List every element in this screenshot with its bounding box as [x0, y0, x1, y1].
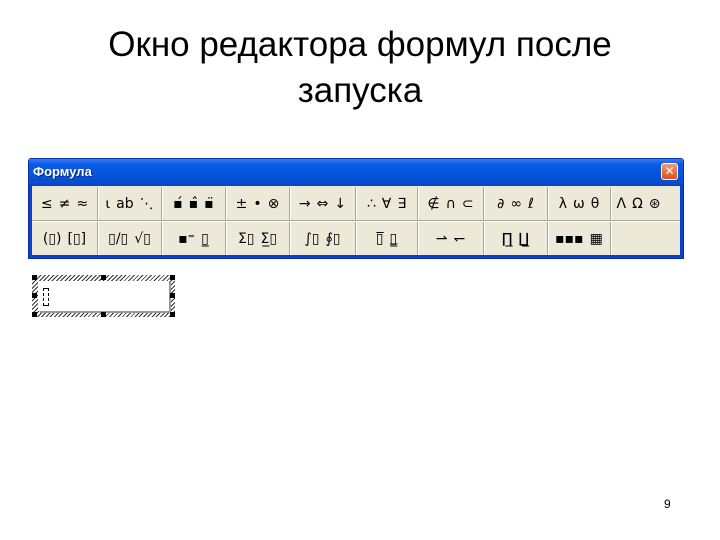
- palette-operators-button[interactable]: ± • ⊗: [226, 187, 290, 220]
- embellishments-icon: ▪̂: [188, 195, 199, 212]
- palette-logic-button[interactable]: ∴ ∀ ∃: [356, 187, 418, 220]
- resize-handle-tl[interactable]: [32, 275, 37, 280]
- set-theory-icon: ∩: [445, 195, 456, 212]
- greek-uppercase-icon: Ω: [632, 195, 643, 212]
- operators-icon: ±: [235, 195, 248, 212]
- resize-handle-r[interactable]: [170, 293, 175, 298]
- slide-title-line-2: запуска: [297, 71, 423, 110]
- palette-embellishments-button[interactable]: ▪́ ▪̂ ▪̈: [162, 187, 226, 220]
- resize-handle-t[interactable]: [101, 275, 106, 280]
- palette-underbars-overbars-button[interactable]: ▯̅ ▯̳: [356, 222, 418, 255]
- palette-greek-lowercase-button[interactable]: λωθ: [548, 187, 611, 220]
- resize-handle-br[interactable]: [170, 312, 175, 317]
- relations-icon: ≤: [40, 195, 53, 212]
- resize-handle-tr[interactable]: [170, 275, 175, 280]
- labeled-arrows-icon: ⇀: [435, 230, 448, 247]
- palette-products-set-theory-button[interactable]: ∏̲ ∐̲: [484, 222, 548, 255]
- fences-icon: (▯): [42, 230, 62, 247]
- relations-icon: ≠: [58, 195, 71, 212]
- close-button[interactable]: ✕: [661, 163, 678, 180]
- palette-misc-symbols-button[interactable]: ∂ ∞ ℓ: [484, 187, 548, 220]
- close-icon: ✕: [664, 164, 675, 178]
- labeled-arrows-icon: ↽: [453, 230, 466, 247]
- misc-symbols-icon: ∞: [510, 195, 523, 212]
- spaces-ellipses-icon: ⋱: [139, 195, 154, 212]
- products-set-theory-icon: ∐̲: [518, 230, 530, 247]
- embellishments-icon: ▪̈: [204, 195, 214, 212]
- greek-lowercase-icon: θ: [590, 195, 600, 212]
- palette-spaces-ellipses-button[interactable]: ⍳ ab ⋱: [98, 187, 162, 220]
- palette-matrices-button[interactable]: ▪▪▪ ▦: [548, 222, 611, 255]
- palette-fences-button[interactable]: (▯) [▯]: [32, 222, 98, 255]
- arrows-icon: →: [298, 195, 311, 212]
- subscripts-superscripts-icon: ▪⁼: [178, 230, 196, 247]
- toolbar-row-templates: (▯) [▯] ▯/▯ √▯ ▪⁼ ▯̲ Σ▯ Σ̲▯ ∫▯ ∮▯ ▯̅ ▯̳ ⇀ ↽ ∏̲ ∐̲ ▪▪▪ ▦: [32, 222, 680, 255]
- spaces-ellipses-icon: ab: [116, 195, 134, 212]
- underbars-overbars-icon: ▯̳: [389, 230, 398, 247]
- operators-icon: ⊗: [267, 195, 280, 212]
- formula-toolbar-window: Формула ✕ ≤ ≠ ≈ ⍳ ab ⋱ ▪́ ▪̂ ▪̈ ± • ⊗ → ⇔ ↓ ∴ ∀ ∃ ∉ ∩ ⊂ ∂ ∞ ℓ λ ω…: [28, 158, 684, 259]
- summations-icon: Σ̲▯: [260, 230, 278, 247]
- arrows-icon: ⇔: [316, 195, 329, 212]
- integrals-icon: ∮▯: [325, 230, 341, 247]
- palette-integrals-button[interactable]: ∫▯ ∮▯: [290, 222, 356, 255]
- greek-lowercase-icon: ω: [572, 195, 585, 212]
- set-theory-icon: ∉: [427, 195, 440, 212]
- palette-greek-uppercase-button[interactable]: Λ Ω ⊛: [611, 187, 666, 220]
- palette-relations-button[interactable]: ≤ ≠ ≈: [32, 187, 98, 220]
- palette-arrows-button[interactable]: → ⇔ ↓: [290, 187, 356, 220]
- summations-icon: Σ▯: [237, 230, 255, 247]
- greek-uppercase-icon: Λ: [616, 195, 627, 212]
- greek-lowercase-icon: λ: [558, 195, 567, 212]
- fractions-radicals-icon: ▯/▯: [108, 230, 129, 247]
- fractions-radicals-icon: √▯: [134, 230, 151, 247]
- formula-input-area[interactable]: [38, 281, 169, 311]
- toolbar-row-symbols: ≤ ≠ ≈ ⍳ ab ⋱ ▪́ ▪̂ ▪̈ ± • ⊗ → ⇔ ↓ ∴ ∀ ∃ ∉ ∩ ⊂ ∂ ∞ ℓ λ ω θ Λ Ω ⊛: [32, 187, 680, 220]
- resize-handle-b[interactable]: [101, 312, 106, 317]
- underbars-overbars-icon: ▯̅: [375, 230, 384, 247]
- integrals-icon: ∫▯: [304, 230, 320, 247]
- slide-title-line-1: Окно редактора формул после: [108, 25, 612, 64]
- logic-icon: ∀: [381, 195, 392, 212]
- window-titlebar[interactable]: Формула ✕: [29, 159, 683, 185]
- resize-handle-l[interactable]: [32, 293, 37, 298]
- spaces-ellipses-icon: ⍳: [105, 195, 111, 212]
- arrows-icon: ↓: [334, 195, 347, 212]
- fences-icon: [▯]: [67, 230, 87, 247]
- misc-symbols-icon: ℓ: [528, 195, 534, 212]
- set-theory-icon: ⊂: [461, 195, 474, 212]
- palette-labeled-arrows-button[interactable]: ⇀ ↽: [418, 222, 484, 255]
- palette-summations-button[interactable]: Σ▯ Σ̲▯: [226, 222, 290, 255]
- logic-icon: ∴: [366, 195, 376, 212]
- toolbar-body: ≤ ≠ ≈ ⍳ ab ⋱ ▪́ ▪̂ ▪̈ ± • ⊗ → ⇔ ↓ ∴ ∀ ∃ ∉ ∩ ⊂ ∂ ∞ ℓ λ ω θ Λ Ω ⊛ (▯) [▯…: [32, 186, 680, 255]
- matrices-icon: ▪▪▪: [555, 230, 584, 247]
- operators-icon: •: [253, 195, 262, 212]
- relations-icon: ≈: [76, 195, 89, 212]
- formula-edit-box[interactable]: [32, 275, 175, 317]
- matrices-icon: ▦: [589, 230, 603, 247]
- misc-symbols-icon: ∂: [497, 195, 505, 212]
- resize-handle-bl[interactable]: [32, 312, 37, 317]
- embellishments-icon: ▪́: [173, 195, 183, 212]
- subscripts-superscripts-icon: ▯̲: [201, 230, 209, 247]
- logic-icon: ∃: [397, 195, 407, 212]
- products-set-theory-icon: ∏̲: [501, 230, 513, 247]
- palette-subscripts-superscripts-button[interactable]: ▪⁼ ▯̲: [162, 222, 226, 255]
- window-title: Формула: [33, 164, 92, 179]
- palette-fractions-radicals-button[interactable]: ▯/▯ √▯: [98, 222, 162, 255]
- empty-slot-placeholder[interactable]: [43, 288, 49, 306]
- palette-empty-button[interactable]: [611, 222, 666, 255]
- palette-set-theory-button[interactable]: ∉ ∩ ⊂: [418, 187, 484, 220]
- slide-title: Окно редактора формул после запуска: [0, 22, 720, 114]
- greek-uppercase-icon: ⊛: [648, 195, 661, 212]
- page-number: 9: [664, 497, 671, 511]
